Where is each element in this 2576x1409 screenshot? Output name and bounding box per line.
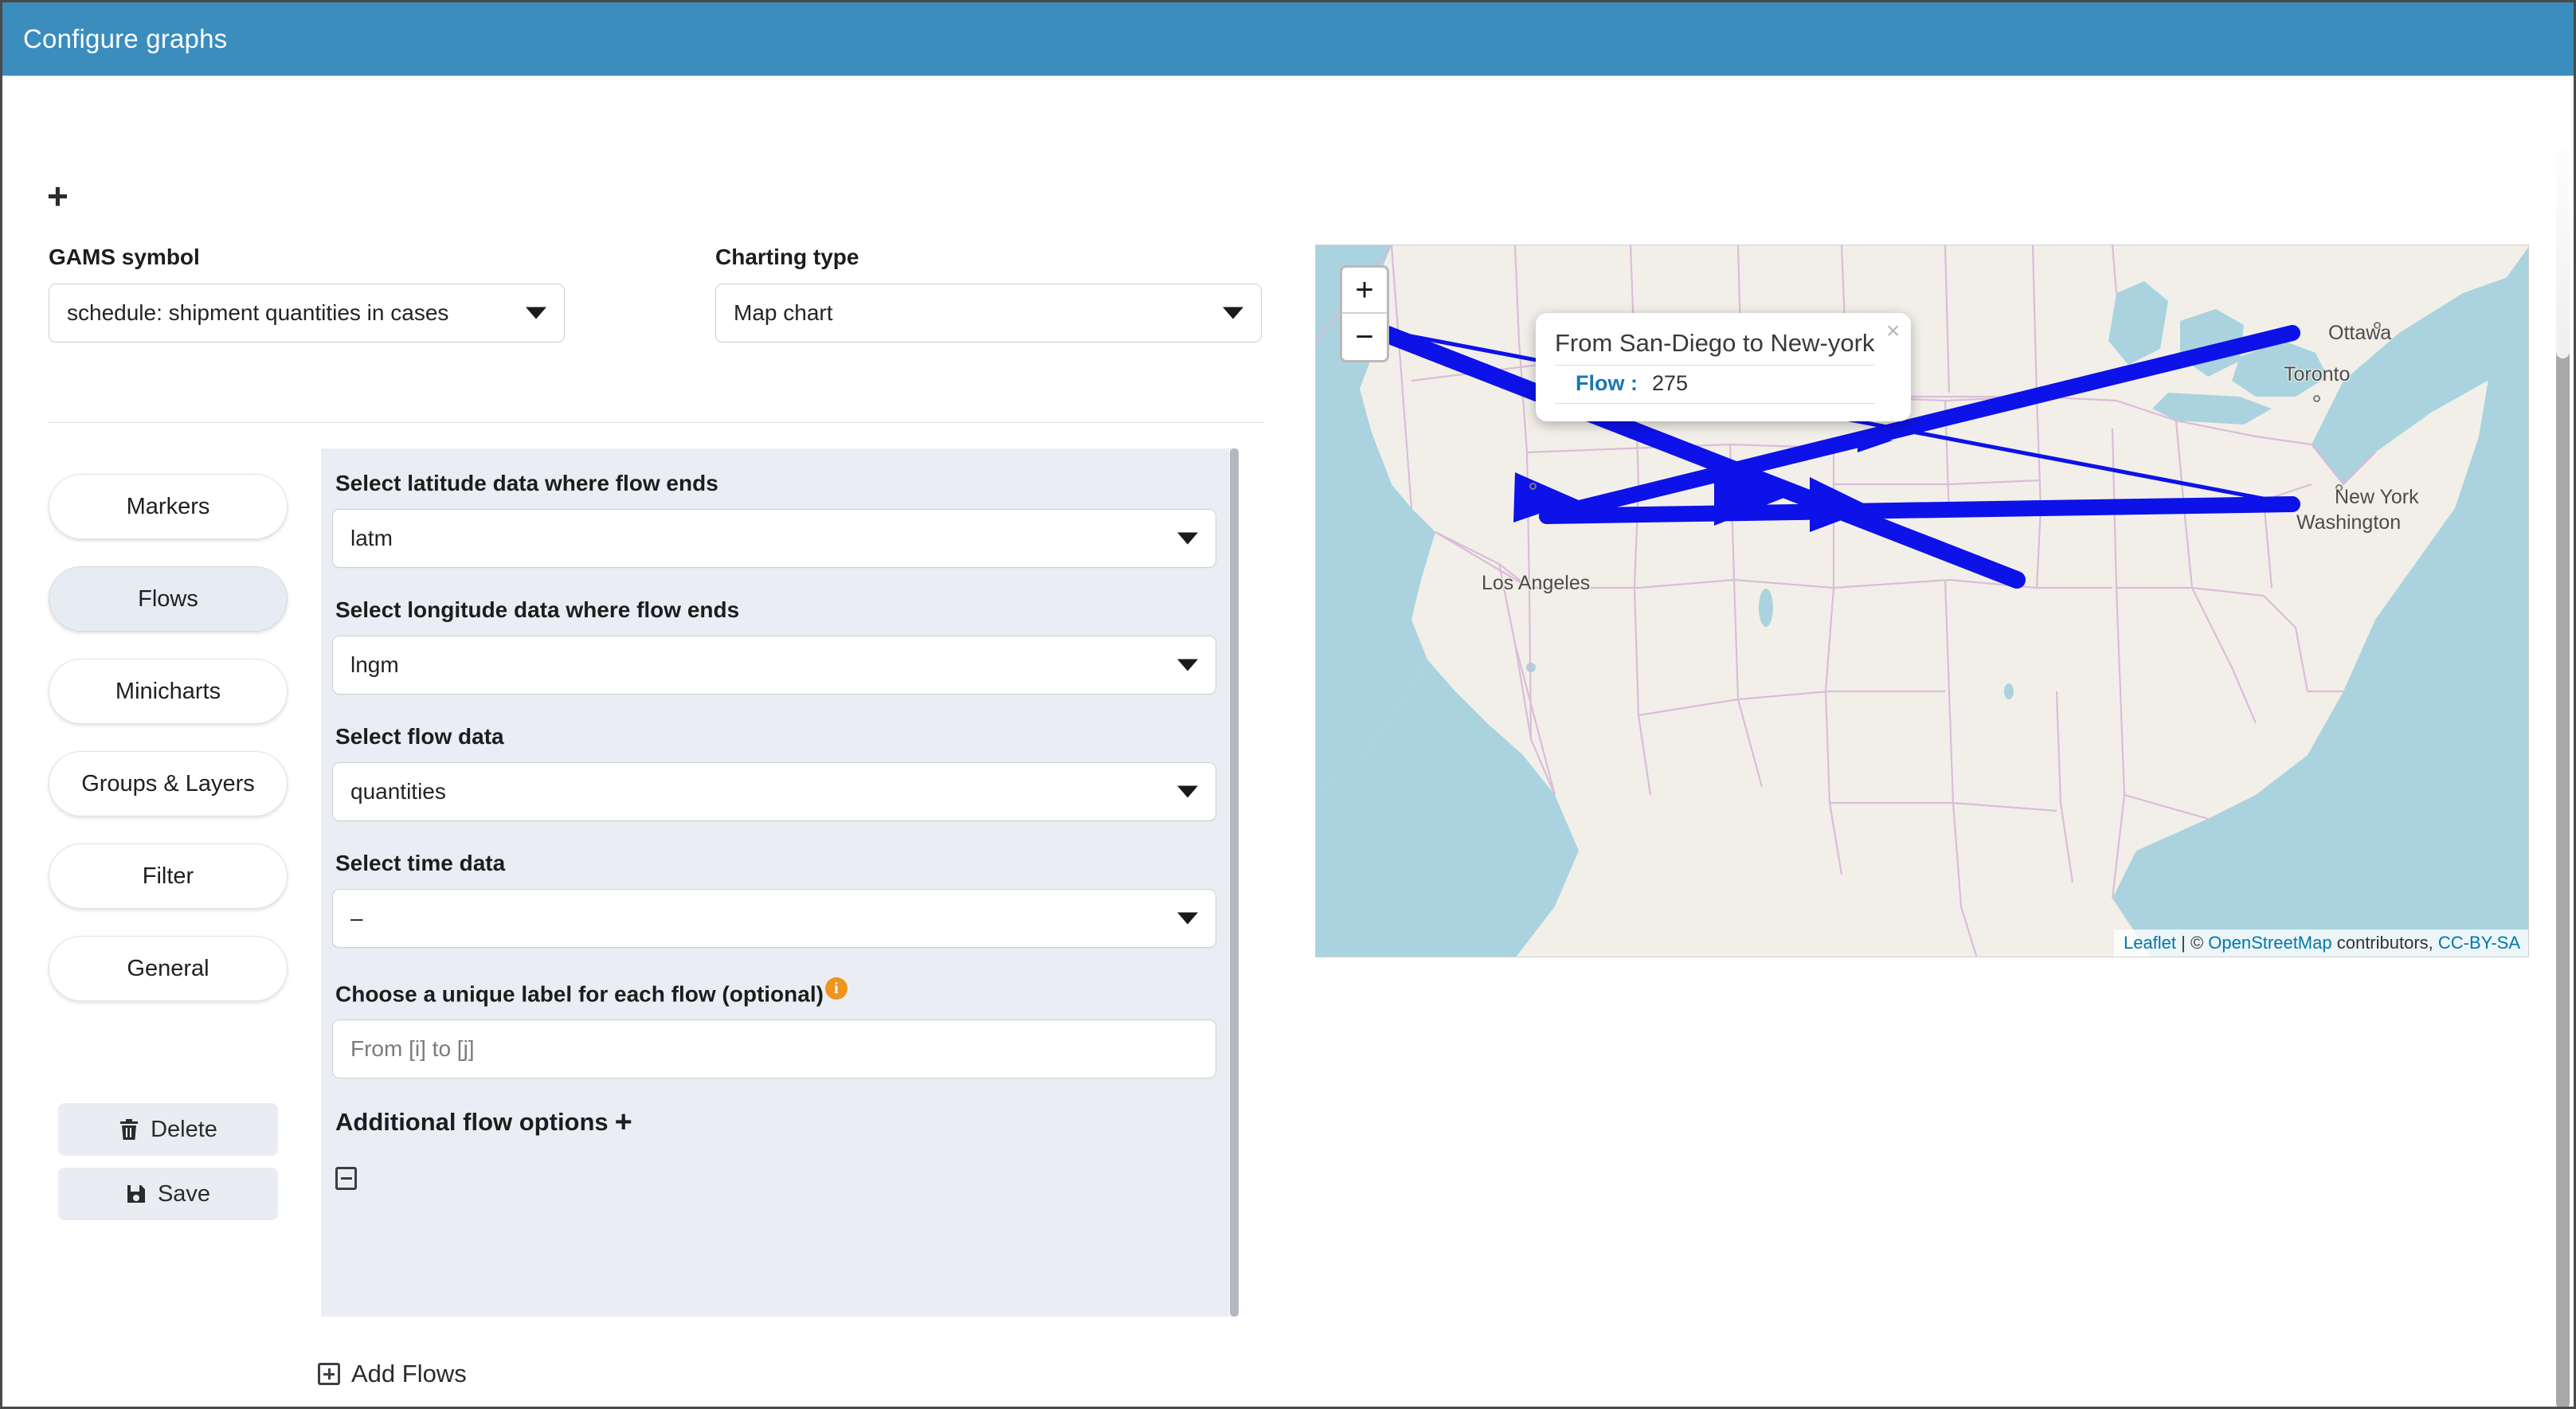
sidebar-item-markers[interactable]: Markers <box>49 474 288 539</box>
osm-link[interactable]: OpenStreetMap <box>2208 933 2331 953</box>
additional-flow-options-toggle[interactable]: Additional flow options + <box>332 1106 1202 1140</box>
map-chart[interactable]: + − Ottawa Toronto New York Washington L… <box>1315 245 2529 957</box>
unique-label-label: Choose a unique label for each flow (opt… <box>332 977 1202 1007</box>
time-data-label: Select time data <box>335 851 506 875</box>
sidebar-item-general[interactable]: General <box>49 936 288 1001</box>
window-title-bar: Configure graphs <box>2 2 2574 76</box>
add-flows-label: Add Flows <box>351 1360 467 1387</box>
map-canvas <box>1316 245 2528 957</box>
map-label-new-york: New York <box>2335 486 2419 508</box>
attr-contributors: contributors, <box>2331 933 2438 953</box>
attr-separator: | <box>2176 933 2190 953</box>
flow-popup-value: 275 <box>1651 371 1689 395</box>
map-zoom-control[interactable]: + − <box>1340 265 1389 362</box>
flow-data-group: Select flow data quantities <box>332 724 1216 821</box>
city-dot <box>2313 395 2320 402</box>
sidebar-item-flows[interactable]: Flows <box>49 566 288 632</box>
tab-label: General <box>127 955 209 981</box>
license-link[interactable]: CC-BY-SA <box>2438 933 2520 953</box>
chevron-down-icon <box>1223 307 1243 319</box>
floppy-disk-icon <box>126 1184 147 1204</box>
map-label-los-angeles: Los Angeles <box>1482 572 1591 594</box>
lat-end-value: latm <box>350 526 393 550</box>
lat-end-group: Select latitude data where flow ends lat… <box>332 471 1216 568</box>
plus-box-icon <box>318 1363 340 1385</box>
lat-end-label: Select latitude data where flow ends <box>335 471 718 495</box>
unique-label-text: Choose a unique label for each flow (opt… <box>335 981 824 1007</box>
chevron-down-icon <box>526 307 546 319</box>
trash-icon <box>119 1118 139 1141</box>
sidebar-item-minicharts[interactable]: Minicharts <box>49 659 288 724</box>
unique-label-input[interactable] <box>332 1020 1216 1079</box>
flow-popup-row: Flow : 275 <box>1555 366 1875 404</box>
sidebar-item-groups-layers[interactable]: Groups & Layers <box>49 751 288 816</box>
time-data-value: – <box>350 906 363 930</box>
time-data-group: Select time data – <box>332 851 1216 948</box>
lng-end-group: Select longitude data where flow ends ln… <box>332 597 1216 695</box>
flows-config-panel: Select latitude data where flow ends lat… <box>321 448 1229 1317</box>
tab-label: Flows <box>138 585 198 612</box>
lng-end-value: lngm <box>350 652 399 677</box>
lat-end-select[interactable]: latm <box>332 509 1216 568</box>
tab-label: Groups & Layers <box>81 770 255 796</box>
chevron-down-icon <box>1177 532 1198 545</box>
tab-label: Minicharts <box>115 678 221 704</box>
chevron-down-icon <box>1177 912 1198 925</box>
charting-type-label: Charting type <box>715 245 859 269</box>
gams-symbol-group: GAMS symbol schedule: shipment quantitie… <box>49 245 565 342</box>
chevron-down-icon <box>1177 659 1198 671</box>
panel-scrollbar[interactable] <box>1230 448 1239 1317</box>
map-label-washington: Washington <box>2296 511 2402 534</box>
charting-type-value: Map chart <box>734 300 833 325</box>
add-graph-plus-icon[interactable]: + <box>47 178 69 214</box>
time-data-select[interactable]: – <box>332 889 1216 948</box>
flow-popup[interactable]: × From San-Diego to New-york Flow : 275 <box>1536 313 1912 421</box>
page-scrollbar-thumb[interactable] <box>2556 151 2570 1407</box>
add-flows-button[interactable]: Add Flows <box>318 1360 467 1388</box>
panel-scrollbar-thumb[interactable] <box>1230 448 1239 1317</box>
page-scrollbar[interactable] <box>2554 151 2571 1407</box>
city-dot <box>1529 483 1537 490</box>
flow-popup-title: From San-Diego to New-york <box>1555 329 1875 366</box>
delete-label: Delete <box>151 1116 217 1142</box>
leaflet-link[interactable]: Leaflet <box>2124 933 2176 953</box>
gams-symbol-select[interactable]: schedule: shipment quantities in cases <box>49 284 565 342</box>
flow-data-value: quantities <box>350 779 446 804</box>
gams-symbol-label: GAMS symbol <box>49 245 200 269</box>
tab-label: Filter <box>142 863 194 889</box>
zoom-out-button[interactable]: − <box>1342 314 1387 360</box>
map-label-ottawa: Ottawa <box>2328 322 2392 344</box>
action-buttons: Delete Save <box>58 1103 278 1232</box>
chevron-down-icon <box>1177 785 1198 798</box>
map-label-toronto: Toronto <box>2284 363 2351 386</box>
minus-box-icon[interactable] <box>335 1167 357 1191</box>
info-icon[interactable]: i <box>824 977 848 1000</box>
zoom-in-button[interactable]: + <box>1342 268 1387 314</box>
flow-data-select[interactable]: quantities <box>332 762 1216 821</box>
charting-type-group: Charting type Map chart <box>715 245 1262 342</box>
attr-copyright: © <box>2190 933 2209 953</box>
config-tab-rail: Markers Flows Minicharts Groups & Layers… <box>49 474 288 1028</box>
window-title: Configure graphs <box>23 24 228 53</box>
save-button[interactable]: Save <box>58 1168 278 1220</box>
section-divider <box>49 422 1263 423</box>
additional-flow-options-label: Additional flow options <box>335 1108 609 1137</box>
close-icon[interactable]: × <box>1886 319 1901 343</box>
flow-popup-key: Flow : <box>1576 371 1638 395</box>
delete-button[interactable]: Delete <box>58 1103 278 1156</box>
window-content: + GAMS symbol schedule: shipment quantit… <box>2 76 2574 1407</box>
charting-type-select[interactable]: Map chart <box>715 284 1262 342</box>
unique-label-group: Choose a unique label for each flow (opt… <box>332 977 1216 1079</box>
lng-end-select[interactable]: lngm <box>332 636 1216 695</box>
save-label: Save <box>157 1180 211 1207</box>
sidebar-item-filter[interactable]: Filter <box>49 843 288 909</box>
tab-label: Markers <box>126 493 210 519</box>
plus-icon: + <box>614 1106 632 1140</box>
flow-data-label: Select flow data <box>335 724 504 749</box>
configure-graphs-window: Configure graphs + GAMS symbol schedule:… <box>0 0 2576 1409</box>
map-attribution: Leaflet | © OpenStreetMap contributors, … <box>2113 930 2528 957</box>
lng-end-label: Select longitude data where flow ends <box>335 597 740 622</box>
gams-symbol-value: schedule: shipment quantities in cases <box>67 300 449 325</box>
